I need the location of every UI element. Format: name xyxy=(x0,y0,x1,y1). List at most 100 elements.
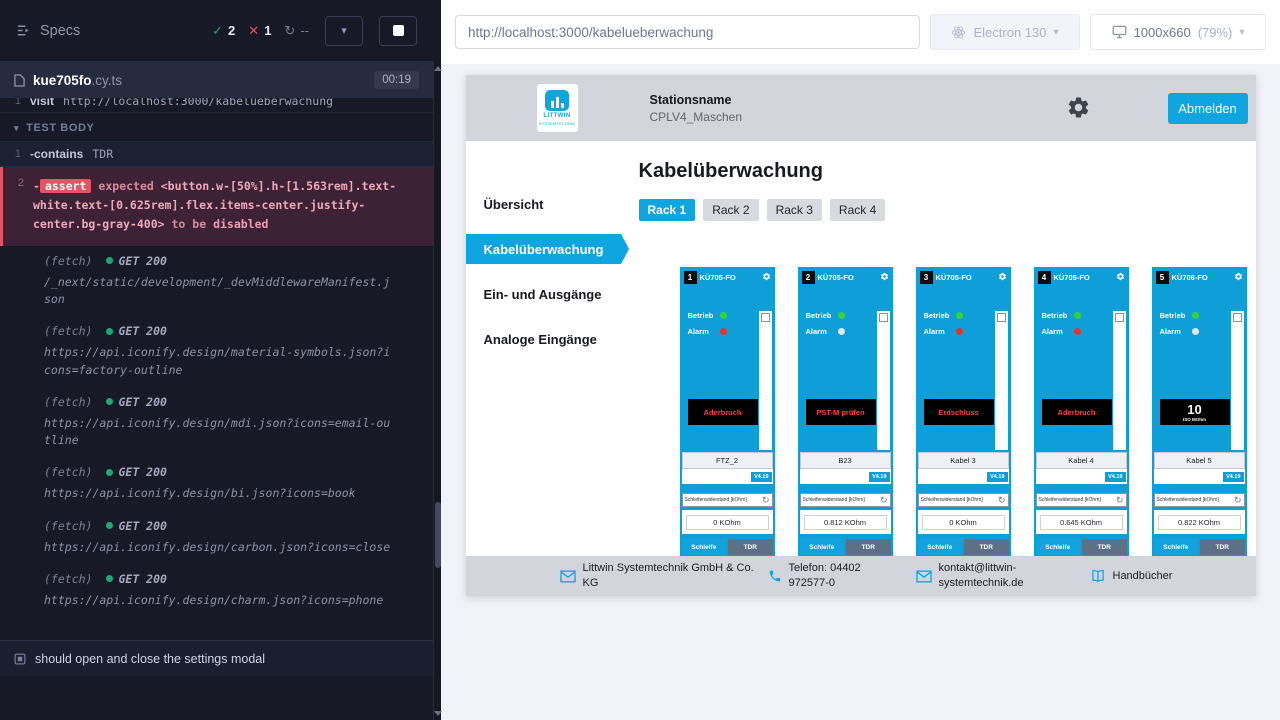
app-main: Kabelüberwachung Rack 1 Rack 2 Rack 3 Ra… xyxy=(621,141,1256,596)
next-test-title: should open and close the settings modal xyxy=(35,652,265,666)
card-model: KÜ706-FO xyxy=(1172,273,1231,282)
assertion-expected-state: disabled xyxy=(213,217,268,231)
chevron-down-icon: ▾ xyxy=(14,123,19,134)
fetch-url: https://api.iconify.design/bi.json?icons… xyxy=(44,485,396,502)
level-column xyxy=(877,311,890,450)
resistance-value: 0.645 KOhm xyxy=(1040,515,1123,530)
level-box xyxy=(879,313,888,322)
logo-skyline-icon xyxy=(545,90,569,111)
contains-arg: TDR xyxy=(92,147,113,161)
status-display: Erdschluss xyxy=(924,399,994,425)
reporter-header: Specs ✓2 ✕1 ↻-- ▾ xyxy=(0,0,433,62)
section-label: TEST BODY xyxy=(26,122,94,134)
station-info: Stationsname CPLV4_Maschen xyxy=(650,93,743,124)
card-gear-icon[interactable] xyxy=(1234,268,1243,286)
tab-rack-4[interactable]: Rack 4 xyxy=(830,199,885,221)
tab-rack-3[interactable]: Rack 3 xyxy=(767,199,822,221)
app-header: LITTWIN SYSTEMTECHNIK Stationsname CPLV4… xyxy=(466,75,1256,141)
failed-assertion-row[interactable]: 2 -assert expected <button.w-[50%].h-[1.… xyxy=(0,167,433,246)
stop-tests-button[interactable] xyxy=(379,16,417,46)
chevron-down-icon: ▾ xyxy=(341,24,347,37)
alarm-led xyxy=(956,328,963,335)
alarm-led xyxy=(1192,328,1199,335)
tdr-button[interactable]: TDR xyxy=(846,539,891,555)
test-body-section[interactable]: ▾ TEST BODY xyxy=(0,113,433,141)
status-dot xyxy=(106,328,113,335)
status-display: Aderbruch xyxy=(688,399,758,425)
card-model: KÜ705-FO xyxy=(1054,273,1113,282)
firmware-version: V4.19 xyxy=(987,472,1007,482)
footer-company: Littwin Systemtechnik GmbH & Co. KG xyxy=(560,561,755,591)
firmware-version: V4.19 xyxy=(1223,472,1243,482)
settings-gear-icon[interactable] xyxy=(1066,95,1092,121)
logout-button[interactable]: Abmelden xyxy=(1168,93,1248,124)
refresh-icon[interactable]: ↻ xyxy=(880,496,888,505)
refresh-icon[interactable]: ↻ xyxy=(1116,496,1124,505)
card-number: 4 xyxy=(1038,271,1051,284)
schleife-button[interactable]: Schleife xyxy=(800,539,845,555)
specs-list-icon[interactable] xyxy=(16,23,31,38)
monitor-icon xyxy=(1112,25,1127,39)
refresh-icon: ↻ xyxy=(284,23,295,39)
firmware-version: V4.19 xyxy=(1105,472,1125,482)
betrieb-led xyxy=(720,312,727,319)
network-log-entry: (fetch)GET 200 https://api.iconify.desig… xyxy=(0,457,433,510)
device-card-3: 3 KÜ705-FO Betrieb Alarm Erdschluss Kabe… xyxy=(916,267,1011,596)
device-card-1: 1 KÜ705-FO Betrieb Alarm Aderbruch FTZ_2 xyxy=(680,267,775,596)
assert-command-badge: assert xyxy=(40,179,92,193)
status-dot xyxy=(106,469,113,476)
tdr-button[interactable]: TDR xyxy=(964,539,1009,555)
collapse-reporter-button[interactable]: ▾ xyxy=(325,16,363,46)
resistance-value: 0 KOhm xyxy=(686,515,769,530)
card-gear-icon[interactable] xyxy=(998,268,1007,286)
browser-select[interactable]: Electron 130 ▾ xyxy=(930,14,1080,50)
schleife-button[interactable]: Schleife xyxy=(1154,539,1199,555)
schleife-button[interactable]: Schleife xyxy=(682,539,727,555)
log-row-contains[interactable]: 1 -contains TDR xyxy=(0,141,433,167)
sidebar-item-uebersicht[interactable]: Übersicht xyxy=(466,189,621,219)
tdr-button[interactable]: TDR xyxy=(1200,539,1245,555)
viewport-select[interactable]: 1000x660 (79%) ▾ xyxy=(1090,14,1266,50)
alarm-led xyxy=(720,328,727,335)
tdr-button[interactable]: TDR xyxy=(1082,539,1127,555)
tdr-button[interactable]: TDR xyxy=(728,539,773,555)
card-gear-icon[interactable] xyxy=(762,268,771,286)
url-input[interactable] xyxy=(455,15,920,49)
sidebar-item-kabelueberwachung[interactable]: Kabelüberwachung xyxy=(466,234,621,264)
next-test-row[interactable]: should open and close the settings modal xyxy=(0,640,433,676)
contains-command: -contains xyxy=(30,147,83,161)
status-dot xyxy=(106,575,113,582)
fetch-url: https://api.iconify.design/material-symb… xyxy=(44,344,396,379)
betrieb-led xyxy=(838,312,845,319)
card-gear-icon[interactable] xyxy=(880,268,889,286)
spec-file-icon xyxy=(14,74,25,87)
firmware-version: V4.19 xyxy=(869,472,889,482)
schleife-button[interactable]: Schleife xyxy=(918,539,963,555)
sidebar-item-ein-und-ausgaenge[interactable]: Ein- und Ausgänge xyxy=(466,279,621,309)
schleife-button[interactable]: Schleife xyxy=(1036,539,1081,555)
cable-name: Kabel 5 xyxy=(1154,452,1245,469)
specs-label[interactable]: Specs xyxy=(40,23,80,39)
cable-name: FTZ_2 xyxy=(682,452,773,469)
footer-manuals[interactable]: Handbücher xyxy=(1090,569,1173,583)
fetch-url: https://api.iconify.design/carbon.json?i… xyxy=(44,539,396,556)
cable-name: B23 xyxy=(800,452,891,469)
refresh-icon[interactable]: ↻ xyxy=(762,496,770,505)
mail-icon xyxy=(916,570,932,583)
log-row-visit[interactable]: 1 visit http://localhost:3000/kabelueber… xyxy=(0,98,433,113)
refresh-icon[interactable]: ↻ xyxy=(998,496,1006,505)
passed-count: ✓2 xyxy=(212,23,235,39)
footer-email[interactable]: kontakt@littwin-systemtechnik.de xyxy=(916,561,1051,591)
reporter-scrollbar[interactable] xyxy=(433,62,441,720)
sidebar-item-analoge-eingaenge[interactable]: Analoge Eingänge xyxy=(466,324,621,354)
refresh-icon[interactable]: ↻ xyxy=(1234,496,1242,505)
betrieb-led xyxy=(1074,312,1081,319)
spec-file-name[interactable]: kue705fo.cy.ts xyxy=(33,73,122,88)
stop-icon xyxy=(393,25,404,36)
tab-rack-2[interactable]: Rack 2 xyxy=(703,199,758,221)
visit-command: visit xyxy=(30,98,54,108)
check-icon: ✓ xyxy=(212,23,223,39)
tab-rack-1[interactable]: Rack 1 xyxy=(639,199,696,221)
network-log-entry: (fetch)GET 200 https://api.iconify.desig… xyxy=(0,564,433,617)
card-gear-icon[interactable] xyxy=(1116,268,1125,286)
